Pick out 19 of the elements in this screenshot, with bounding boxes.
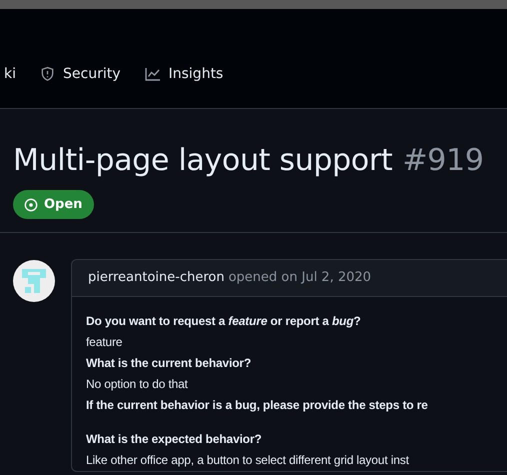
status-badge: Open: [13, 190, 94, 219]
issue-number: #919: [402, 143, 484, 178]
question-text: If the current behavior is a bug, please provide the steps to re: [86, 397, 428, 414]
author-link[interactable]: pierreantoine-cheron: [88, 270, 224, 285]
nav-tab[interactable]: Security: [36, 66, 124, 82]
pixel-identicon-icon: [19, 266, 49, 296]
answer-text: feature: [86, 334, 122, 351]
comment-meta: opened on Jul 2, 2020: [228, 270, 372, 285]
nav-tab[interactable]: ki: [0, 66, 20, 82]
open-issue-icon: [24, 198, 38, 212]
question-text: Do you want to request a feature or report a bug?: [86, 313, 361, 330]
question-text: What is the current behavior?: [86, 355, 252, 372]
answer-text: Like other office app, a button to select different grid layout inst: [86, 452, 409, 469]
issue-title: Multi-page layout support: [13, 143, 392, 178]
answer-text: No option to do that: [86, 376, 188, 393]
shield-icon: [40, 66, 55, 82]
nav-tab[interactable]: Insights: [140, 66, 228, 82]
question-text: What is the expected behavior?: [86, 431, 262, 448]
line-graph-icon: [144, 67, 160, 81]
